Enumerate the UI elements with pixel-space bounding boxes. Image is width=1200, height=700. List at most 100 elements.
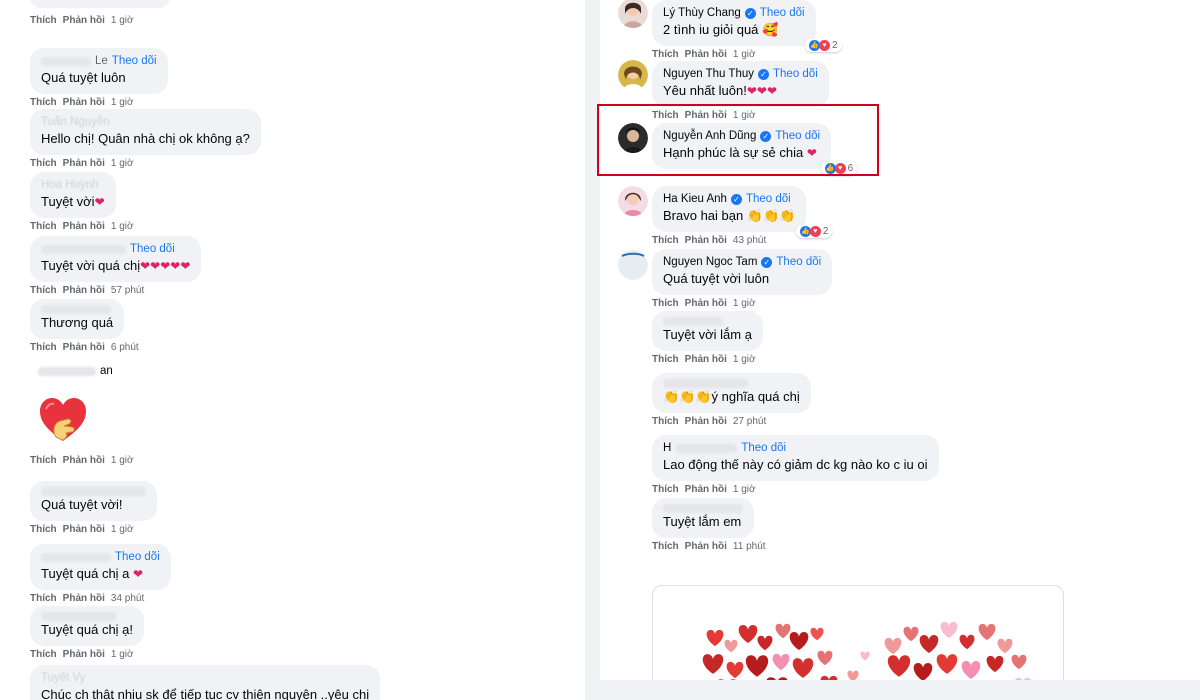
reply-link[interactable]: Phản hồi — [63, 15, 105, 26]
like-link[interactable]: Thích — [652, 484, 679, 495]
like-link[interactable]: Thích — [30, 158, 57, 169]
avatar[interactable] — [618, 60, 648, 90]
commenter-name[interactable]: Hoa Huỳnh — [41, 178, 105, 193]
reply-link[interactable]: Phản hồi — [685, 235, 727, 246]
verified-badge-icon: ✓ — [730, 194, 742, 205]
commenter-name[interactable]: Nguyen Thu Thuy ✓ Theo dõi — [663, 67, 818, 82]
commenter-name[interactable]: Theo dõi — [41, 550, 160, 565]
reply-link[interactable]: Phản hồi — [63, 158, 105, 169]
follow-link[interactable]: Theo dõi — [112, 54, 157, 69]
like-link[interactable]: Thích — [652, 541, 679, 552]
follow-link[interactable]: Theo dõi — [130, 242, 175, 257]
reply-link[interactable]: Phản hồi — [63, 524, 105, 535]
heart-icon: ❤ — [133, 567, 144, 581]
reply-link[interactable]: Phản hồi — [685, 541, 727, 552]
heart-shape — [772, 653, 790, 671]
comment: Theo dõi Tuyệt vời quá chị❤❤❤❤❤ Thích Phả… — [30, 236, 202, 296]
reply-link[interactable]: Phản hồi — [685, 416, 727, 427]
commenter-name[interactable]: Le Theo dõi — [41, 54, 157, 69]
like-link[interactable]: Thích — [30, 524, 57, 535]
love-reaction-icon: ♥ — [819, 40, 830, 51]
commenter-name[interactable] — [41, 305, 113, 314]
follow-link[interactable]: Theo dõi — [741, 441, 786, 456]
like-link[interactable]: Thích — [30, 15, 57, 26]
follow-link[interactable]: Theo dõi — [746, 192, 791, 207]
comment-bubble: Hoa Huỳnh Tuyệt vời❤ — [30, 172, 116, 218]
like-link[interactable]: Thích — [652, 49, 679, 60]
comment-text: 👏👏👏ý nghĩa quá chị — [663, 389, 800, 404]
like-link[interactable]: Thích — [30, 97, 57, 108]
commenter-name[interactable] — [663, 317, 752, 326]
like-link[interactable]: Thích — [652, 235, 679, 246]
like-link[interactable]: Thích — [30, 455, 57, 466]
heart-shape — [702, 654, 724, 674]
comment: Tuyệt lắm em Thích Phản hồi 11 phút — [652, 498, 766, 552]
commenter-name[interactable]: H Theo dõi — [663, 441, 928, 456]
avatar[interactable] — [618, 186, 648, 216]
heart-shape — [997, 638, 1013, 654]
follow-link[interactable]: Theo dõi — [115, 550, 160, 565]
comment-bubble: Tuyệt vời lắm ạ — [652, 311, 763, 351]
heart-shape — [810, 627, 824, 641]
like-link[interactable]: Thích — [652, 416, 679, 427]
commenter-name[interactable] — [663, 379, 800, 388]
heart-shape — [978, 623, 996, 641]
like-link[interactable]: Thích — [30, 342, 57, 353]
commenter-name[interactable]: Nguyen Ngoc Tam ✓ Theo dõi — [663, 255, 821, 270]
like-link[interactable]: Thích — [30, 285, 57, 296]
reaction-count[interactable]: 👍 ♥ 2 — [805, 39, 842, 52]
comment-text: Yêu nhất luôn!❤❤❤ — [663, 83, 778, 98]
commenter-name[interactable]: an — [38, 364, 113, 379]
comment-time: 1 giờ — [732, 298, 756, 309]
reply-link[interactable]: Phản hồi — [63, 97, 105, 108]
follow-link[interactable]: Theo dõi — [776, 255, 821, 270]
comment: H Theo dõi Lao động thế này có giảm dc kg… — [652, 435, 939, 495]
avatar[interactable] — [618, 250, 648, 280]
reply-link[interactable]: Phản hồi — [685, 298, 727, 309]
commenter-name[interactable]: Ha Kieu Anh ✓ Theo dõi — [663, 192, 795, 207]
comment-actions: Thích Phản hồi 57 phút — [30, 285, 201, 296]
comment-text: Tuyệt vời❤ — [41, 194, 105, 209]
follow-link[interactable]: Theo dõi — [773, 67, 818, 82]
commenter-name[interactable] — [41, 487, 146, 496]
commenter-name[interactable]: Theo dõi — [41, 242, 190, 257]
commenter-name[interactable]: Tuyết Vy — [41, 671, 369, 686]
comment-time: 1 giờ — [110, 649, 134, 660]
heart-shape — [903, 626, 919, 642]
comment-bubble: Thương quá — [30, 299, 125, 339]
reply-link[interactable]: Phản hồi — [63, 455, 105, 466]
follow-link[interactable]: Theo dõi — [760, 6, 805, 21]
comment-text: Bravo hai bạn 👏👏👏 — [663, 208, 796, 223]
reaction-count[interactable]: 👍 ♥ 2 — [795, 225, 833, 238]
like-link[interactable]: Thích — [30, 649, 57, 660]
heart-shape — [792, 658, 814, 678]
commenter-name[interactable] — [41, 612, 133, 621]
heart-shape — [726, 661, 744, 679]
like-link[interactable]: Thích — [30, 593, 57, 604]
reply-link[interactable]: Phản hồi — [63, 221, 105, 232]
reply-link[interactable]: Phản hồi — [63, 342, 105, 353]
commenter-name[interactable]: Lý Thùy Chang ✓ Theo dõi — [663, 6, 805, 21]
reply-link[interactable]: Phản hồi — [685, 49, 727, 60]
like-link[interactable]: Thích — [652, 298, 679, 309]
heart-shape — [817, 650, 833, 666]
comment: Thích Phản hồi 1 giờ — [30, 0, 170, 26]
like-link[interactable]: Thích — [652, 354, 679, 365]
reply-link[interactable]: Phản hồi — [63, 649, 105, 660]
comment: Quá tuyệt vời! Thích Phản hồi 1 giờ — [30, 481, 157, 535]
avatar[interactable] — [618, 0, 648, 28]
comment-actions: Thích Phản hồi 1 giờ — [652, 484, 939, 495]
reply-link[interactable]: Phản hồi — [63, 593, 105, 604]
comment-time: 34 phút — [110, 593, 145, 604]
like-link[interactable]: Thích — [30, 221, 57, 232]
comment-actions: Thích Phản hồi 1 giờ — [30, 97, 168, 108]
heart-hands-emoji-icon — [40, 398, 86, 441]
reply-link[interactable]: Phản hồi — [685, 484, 727, 495]
left-comment-column: Thích Phản hồi 1 giờ Le Theo dõi Quá tuyệt … — [0, 0, 585, 700]
commenter-name[interactable]: Tuấn Nguyễn — [41, 115, 250, 130]
commenter-name[interactable] — [663, 504, 743, 513]
reply-link[interactable]: Phản hồi — [63, 285, 105, 296]
highlight-annotation-box — [597, 104, 879, 176]
reply-link[interactable]: Phản hồi — [685, 354, 727, 365]
heart-shape — [745, 655, 769, 677]
